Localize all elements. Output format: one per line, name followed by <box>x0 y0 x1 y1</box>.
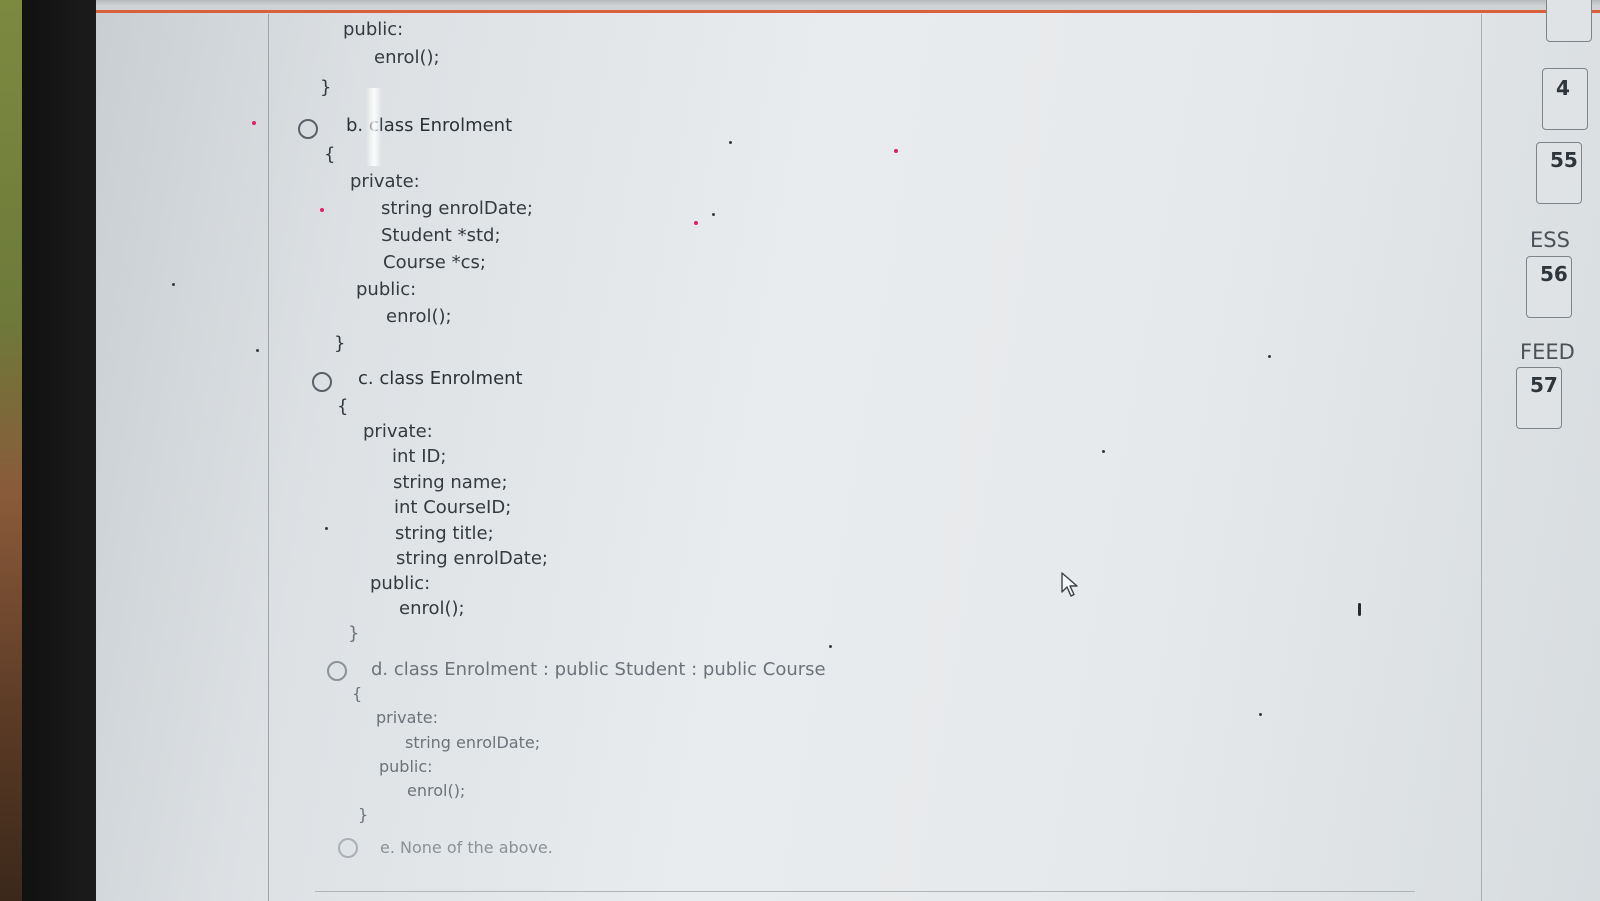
screen-speck <box>325 527 328 530</box>
code-line: public: <box>343 19 404 40</box>
option-c-radio[interactable] <box>312 372 332 392</box>
code-line: private: <box>363 421 433 442</box>
code-line: { <box>352 684 363 703</box>
code-line: Student *std; <box>381 225 501 246</box>
screen-glare <box>366 88 382 166</box>
screen-speck <box>829 645 832 648</box>
question-panel <box>268 14 1482 901</box>
code-line: } <box>358 805 369 824</box>
code-line: public: <box>356 279 417 300</box>
screen-speck <box>320 208 324 212</box>
screen-speck <box>1358 603 1361 616</box>
code-line: enrol(); <box>407 781 466 800</box>
screen-speck <box>712 213 715 216</box>
code-line: string enrolDate; <box>405 733 541 752</box>
code-line: string name; <box>393 472 508 493</box>
code-line: string title; <box>395 523 494 544</box>
code-line: int ID; <box>392 446 447 467</box>
code-line: { <box>324 144 336 165</box>
option-d-label[interactable]: d. class Enrolment : public Student : pu… <box>371 659 826 680</box>
option-e-label[interactable]: e. None of the above. <box>380 838 553 857</box>
code-line: } <box>320 77 332 98</box>
code-line: { <box>337 396 349 417</box>
screen-speck <box>1259 713 1262 716</box>
nav-question-number: 56 <box>1540 262 1568 286</box>
code-line: private: <box>376 708 438 727</box>
code-line: int CourseID; <box>394 497 512 518</box>
nav-question-number: 57 <box>1530 373 1558 397</box>
option-d-radio[interactable] <box>327 661 347 681</box>
option-b-radio[interactable] <box>298 119 318 139</box>
top-accent-strip <box>96 0 1600 13</box>
code-line: } <box>334 333 346 354</box>
nav-question-number: 4 <box>1556 76 1570 100</box>
code-line: } <box>348 623 360 644</box>
nav-question-number: 55 <box>1550 148 1578 172</box>
screen-speck <box>694 221 698 225</box>
code-line: public: <box>379 757 433 776</box>
code-line: private: <box>350 171 420 192</box>
mouse-cursor-icon <box>1061 572 1078 597</box>
screen-speck <box>256 349 259 352</box>
code-line: public: <box>370 573 431 594</box>
screen-speck <box>1268 355 1271 358</box>
nav-section-label: FEED <box>1520 340 1575 364</box>
option-e-radio[interactable] <box>338 838 358 858</box>
screen-speck <box>729 141 732 144</box>
code-line: string enrolDate; <box>381 198 533 219</box>
option-c-label[interactable]: c. class Enrolment <box>358 368 523 389</box>
screen-speck <box>1102 450 1105 453</box>
nav-question-box[interactable] <box>1546 0 1592 42</box>
code-line: enrol(); <box>374 47 440 68</box>
nav-section-label: ESS <box>1530 228 1570 252</box>
screen-speck <box>252 121 256 125</box>
screen-speck <box>894 149 898 153</box>
code-line: string enrolDate; <box>396 548 548 569</box>
code-line: enrol(); <box>399 598 465 619</box>
screen: public: enrol(); } b. class Enrolment { … <box>96 0 1600 901</box>
screen-speck <box>172 283 175 286</box>
code-line: enrol(); <box>386 306 452 327</box>
code-line: Course *cs; <box>383 252 486 273</box>
